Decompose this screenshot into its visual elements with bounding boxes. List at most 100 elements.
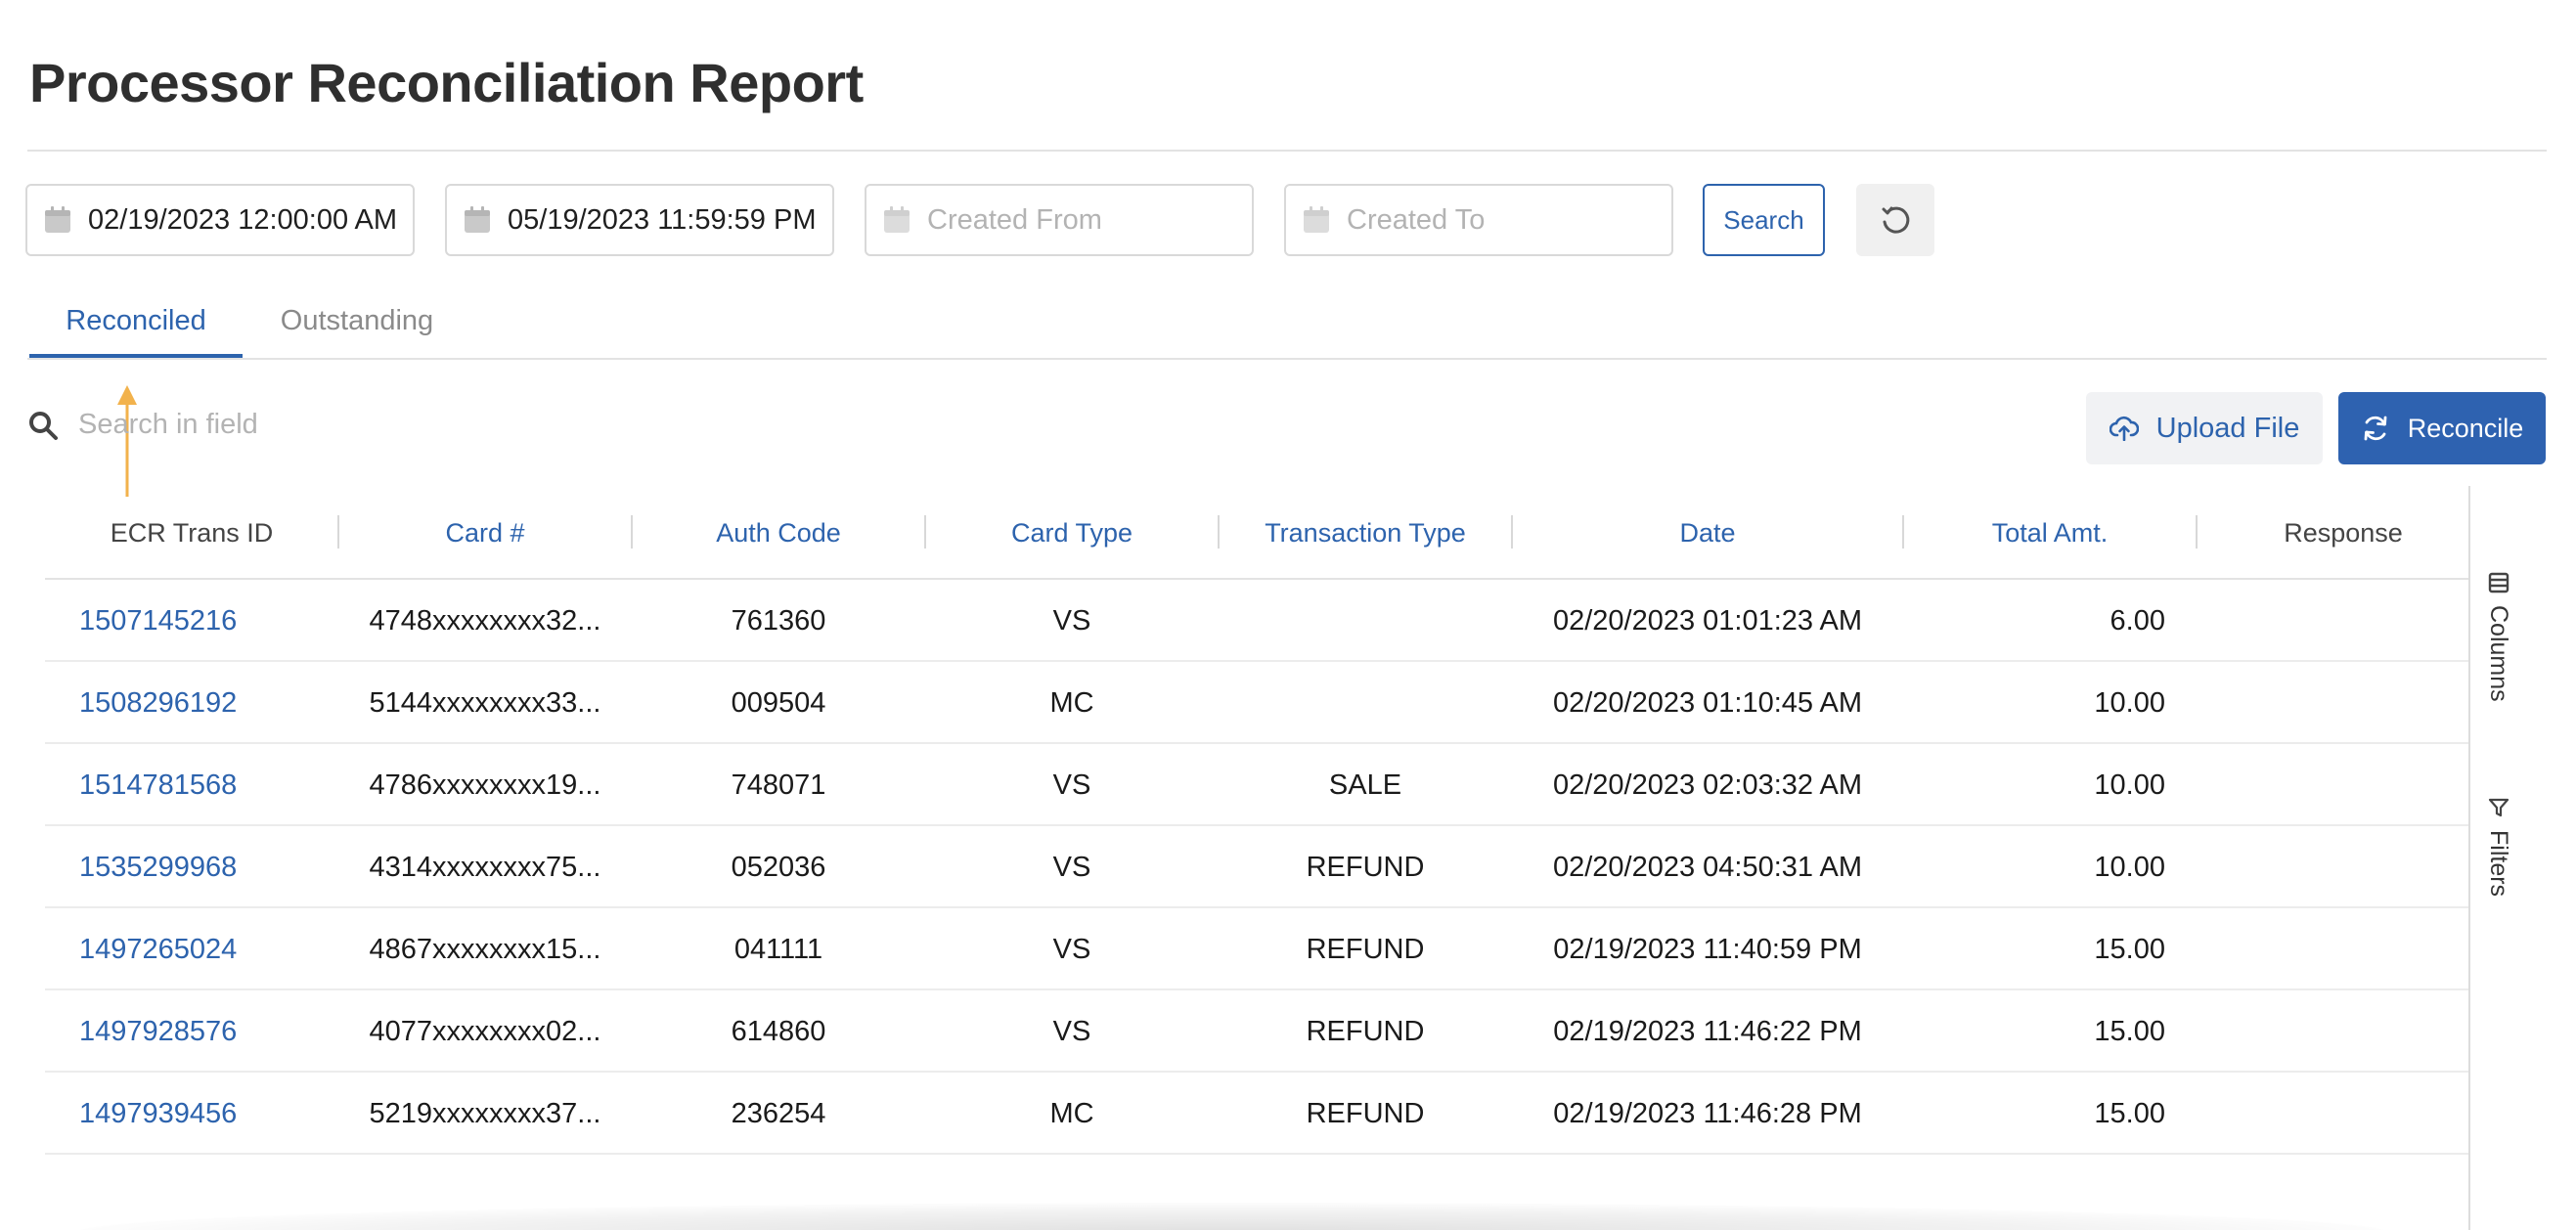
calendar-icon: [45, 206, 70, 233]
upload-file-button[interactable]: Upload File: [2086, 392, 2323, 464]
total-amount: 10.00: [2094, 686, 2165, 719]
response: [2197, 1073, 2490, 1155]
filters-label: Filters: [2485, 830, 2512, 898]
filter-icon: [2488, 798, 2509, 817]
column-header-response[interactable]: Response: [2197, 486, 2490, 580]
date-from-field[interactable]: 02/19/2023 12:00:00 AM: [25, 184, 415, 256]
search-input[interactable]: [78, 409, 567, 441]
column-header-total-amt[interactable]: Total Amt.: [1903, 486, 2197, 580]
cloud-upload-icon: [2109, 416, 2139, 441]
created-to-field[interactable]: Created To: [1284, 184, 1673, 256]
reconciliation-table: ECR Trans ID Card # Auth Code Card Type …: [45, 486, 2470, 1155]
table-row[interactable]: 1497265024 4867xxxxxxxx15... 041111 VS R…: [45, 908, 2470, 990]
response: [2197, 744, 2490, 826]
table-row[interactable]: 1497928576 4077xxxxxxxx02... 614860 VS R…: [45, 990, 2470, 1073]
card-number: 4867xxxxxxxx15...: [369, 933, 601, 965]
table-row[interactable]: 1507145216 4748xxxxxxxx32... 761360 VS 0…: [45, 580, 2470, 662]
response: [2197, 580, 2490, 662]
ecr-trans-id-link[interactable]: 1507145216: [79, 580, 237, 662]
reset-button[interactable]: [1856, 184, 1934, 256]
total-amount: 15.00: [2094, 1097, 2165, 1129]
ecr-trans-id-link[interactable]: 1514781568: [79, 744, 237, 826]
refresh-icon: [1882, 206, 1910, 234]
column-header-ecr-trans-id[interactable]: ECR Trans ID: [45, 486, 338, 580]
columns-icon: [2488, 572, 2509, 593]
date: 02/19/2023 11:46:28 PM: [1553, 1097, 1862, 1129]
table-header: ECR Trans ID Card # Auth Code Card Type …: [45, 486, 2470, 580]
reconcile-label: Reconcile: [2407, 413, 2524, 443]
filters-panel-tab[interactable]: Filters: [2484, 797, 2512, 897]
field-search: [27, 409, 567, 441]
tab-outstanding[interactable]: Outstanding: [264, 305, 450, 360]
date-to-field[interactable]: 05/19/2023 11:59:59 PM: [445, 184, 834, 256]
column-header-transaction-type[interactable]: Transaction Type: [1219, 486, 1512, 580]
response: [2197, 990, 2490, 1073]
card-type: VS: [1052, 933, 1091, 965]
transaction-type: REFUND: [1306, 851, 1425, 883]
transaction-type: REFUND: [1306, 1015, 1425, 1047]
response: [2197, 826, 2490, 908]
date-to-value: 05/19/2023 11:59:59 PM: [508, 203, 817, 236]
total-amount: 15.00: [2094, 933, 2165, 965]
table-row[interactable]: 1514781568 4786xxxxxxxx19... 748071 VS S…: [45, 744, 2470, 826]
created-from-placeholder: Created From: [927, 203, 1102, 236]
total-amount: 10.00: [2094, 851, 2165, 883]
total-amount: 6.00: [2110, 604, 2165, 637]
date: 02/19/2023 11:40:59 PM: [1553, 933, 1862, 965]
calendar-icon: [884, 206, 910, 233]
table-row[interactable]: 1497939456 5219xxxxxxxx37... 236254 MC R…: [45, 1073, 2470, 1155]
card-number: 5219xxxxxxxx37...: [369, 1097, 601, 1129]
auth-code: 748071: [731, 769, 826, 801]
ecr-trans-id-link[interactable]: 1497939456: [79, 1073, 237, 1155]
column-header-card-type[interactable]: Card Type: [925, 486, 1219, 580]
ecr-trans-id-link[interactable]: 1497265024: [79, 908, 237, 990]
card-type: VS: [1052, 1015, 1091, 1047]
page-title: Processor Reconciliation Report: [29, 52, 864, 113]
response: [2197, 908, 2490, 990]
transaction-type: [1219, 662, 1512, 744]
columns-label: Columns: [2485, 605, 2512, 702]
transaction-type: REFUND: [1306, 933, 1425, 965]
auth-code: 761360: [731, 604, 826, 637]
date-from-value: 02/19/2023 12:00:00 AM: [88, 203, 398, 236]
calendar-icon: [1304, 206, 1329, 233]
table-row[interactable]: 1535299968 4314xxxxxxxx75... 052036 VS R…: [45, 826, 2470, 908]
date: 02/20/2023 02:03:32 AM: [1552, 769, 1863, 801]
column-header-card[interactable]: Card #: [338, 486, 632, 580]
column-header-date[interactable]: Date: [1512, 486, 1903, 580]
auth-code: 041111: [733, 933, 823, 965]
created-to-placeholder: Created To: [1347, 203, 1486, 236]
card-type: VS: [1052, 851, 1091, 883]
date: 02/20/2023 01:01:23 AM: [1552, 604, 1863, 637]
total-amount: 15.00: [2094, 1015, 2165, 1047]
card-number: 4786xxxxxxxx19...: [369, 769, 601, 801]
transaction-type: REFUND: [1306, 1097, 1425, 1129]
date: 02/20/2023 04:50:31 AM: [1552, 851, 1863, 883]
date: 02/20/2023 01:10:45 AM: [1552, 686, 1863, 719]
card-type: MC: [1049, 1097, 1094, 1129]
card-type: MC: [1049, 686, 1094, 719]
date: 02/19/2023 11:46:22 PM: [1553, 1015, 1862, 1047]
reconcile-button[interactable]: Reconcile: [2338, 392, 2546, 464]
response: [2197, 662, 2490, 744]
created-from-field[interactable]: Created From: [865, 184, 1254, 256]
upload-file-label: Upload File: [2155, 412, 2300, 444]
tab-reconciled[interactable]: Reconciled: [29, 305, 243, 360]
table-row[interactable]: 1508296192 5144xxxxxxxx33... 009504 MC 0…: [45, 662, 2470, 744]
auth-code: 009504: [731, 686, 826, 719]
sync-icon: [2364, 416, 2387, 441]
card-type: VS: [1052, 769, 1091, 801]
total-amount: 10.00: [2094, 769, 2165, 801]
column-header-auth-code[interactable]: Auth Code: [632, 486, 925, 580]
card-number: 4748xxxxxxxx32...: [369, 604, 601, 637]
ecr-trans-id-link[interactable]: 1535299968: [79, 826, 237, 908]
search-button[interactable]: Search: [1703, 184, 1825, 256]
ecr-trans-id-link[interactable]: 1508296192: [79, 662, 237, 744]
search-icon: [29, 411, 58, 440]
card-number: 5144xxxxxxxx33...: [369, 686, 601, 719]
columns-panel-tab[interactable]: Columns: [2484, 572, 2512, 702]
ecr-trans-id-link[interactable]: 1497928576: [79, 990, 237, 1073]
annotation-arrow-icon: [117, 385, 137, 497]
calendar-icon: [465, 206, 490, 233]
transaction-type: [1219, 580, 1512, 662]
